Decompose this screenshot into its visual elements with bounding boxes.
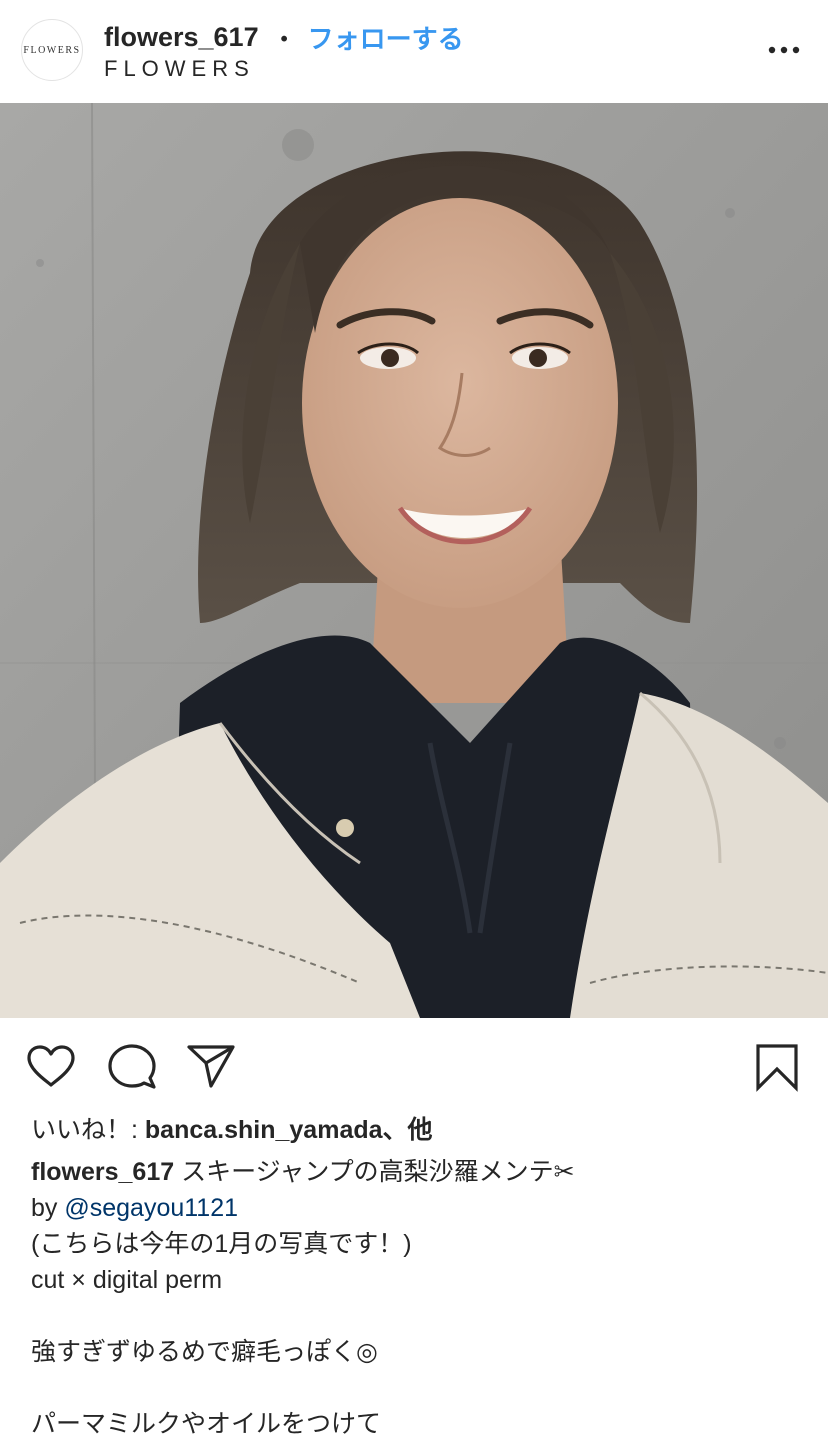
account-subtitle: FLOWERS — [104, 56, 255, 81]
post-photo[interactable] — [0, 103, 828, 1018]
portrait-photo — [0, 103, 828, 1018]
post-header: FLOWERS flowers_617 ・ フォローする FLOWERS — [0, 0, 828, 103]
action-bar — [0, 1018, 828, 1110]
caption-line-6: 強すぎずゆるめで癖毛っぽく◎ — [31, 1338, 378, 1366]
follow-button[interactable]: フォローする — [308, 19, 464, 56]
caption-username[interactable]: flowers_617 — [31, 1158, 174, 1186]
user-line: flowers_617 ・ フォローする — [104, 18, 464, 56]
bookmark-icon[interactable] — [754, 1042, 800, 1092]
caption-line-8: パーマミルクやオイルをつけて — [31, 1410, 382, 1438]
caption-line-1: flowers_617 スキージャンプの高梨沙羅メンテ✂︎ — [31, 1154, 811, 1190]
separator-dot: ・ — [270, 24, 298, 55]
avatar[interactable]: FLOWERS — [21, 19, 83, 81]
caption-line-3: (こちらは今年の1月の写真です！) — [31, 1230, 412, 1258]
post-caption: flowers_617 スキージャンプの高梨沙羅メンテ✂︎ by @segayo… — [31, 1154, 811, 1442]
more-horizontal-icon[interactable] — [764, 38, 804, 62]
caption-line-4: cut × digital perm — [31, 1266, 223, 1294]
likes-line: いいね！: banca.shin_yamada、他 — [31, 1110, 433, 1150]
avatar-text: FLOWERS — [23, 44, 81, 56]
liker-username[interactable]: banca.shin_yamada — [145, 1116, 383, 1144]
send-icon[interactable] — [186, 1043, 236, 1089]
caption-mention[interactable]: @segayou1121 — [64, 1194, 238, 1222]
heart-icon[interactable] — [26, 1044, 76, 1088]
username-link[interactable]: flowers_617 — [104, 22, 259, 53]
comment-icon[interactable] — [107, 1043, 157, 1091]
caption-text-1: スキージャンプの高梨沙羅メンテ✂︎ — [174, 1158, 575, 1186]
likes-prefix: いいね！: — [31, 1116, 145, 1144]
likes-others[interactable]: 、他 — [383, 1116, 433, 1144]
caption-by: by — [31, 1194, 65, 1222]
caption-line-2: by @segayou1121 — [31, 1190, 811, 1226]
